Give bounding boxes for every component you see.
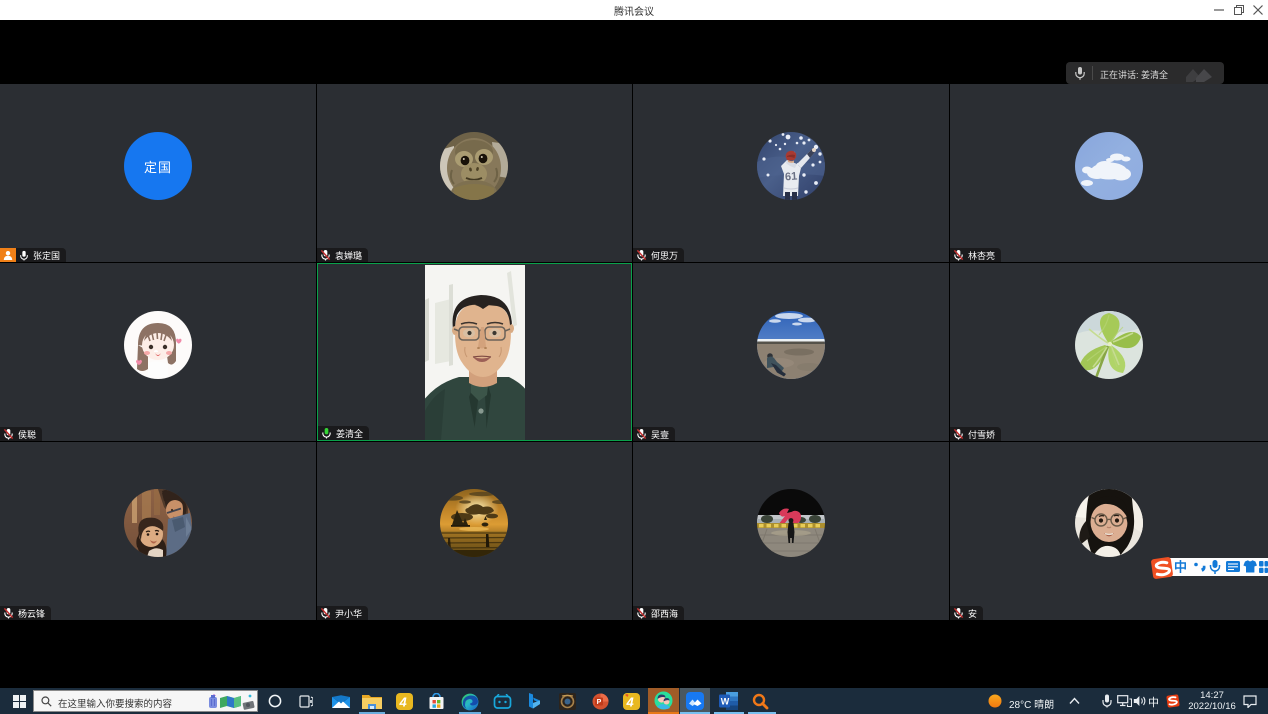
svg-text:中: 中	[1174, 560, 1187, 575]
svg-text:4: 4	[399, 695, 408, 710]
svg-text:61: 61	[785, 171, 798, 184]
svg-text:4: 4	[626, 695, 635, 710]
svg-text:W: W	[721, 697, 730, 707]
svg-text:P: P	[597, 699, 602, 706]
